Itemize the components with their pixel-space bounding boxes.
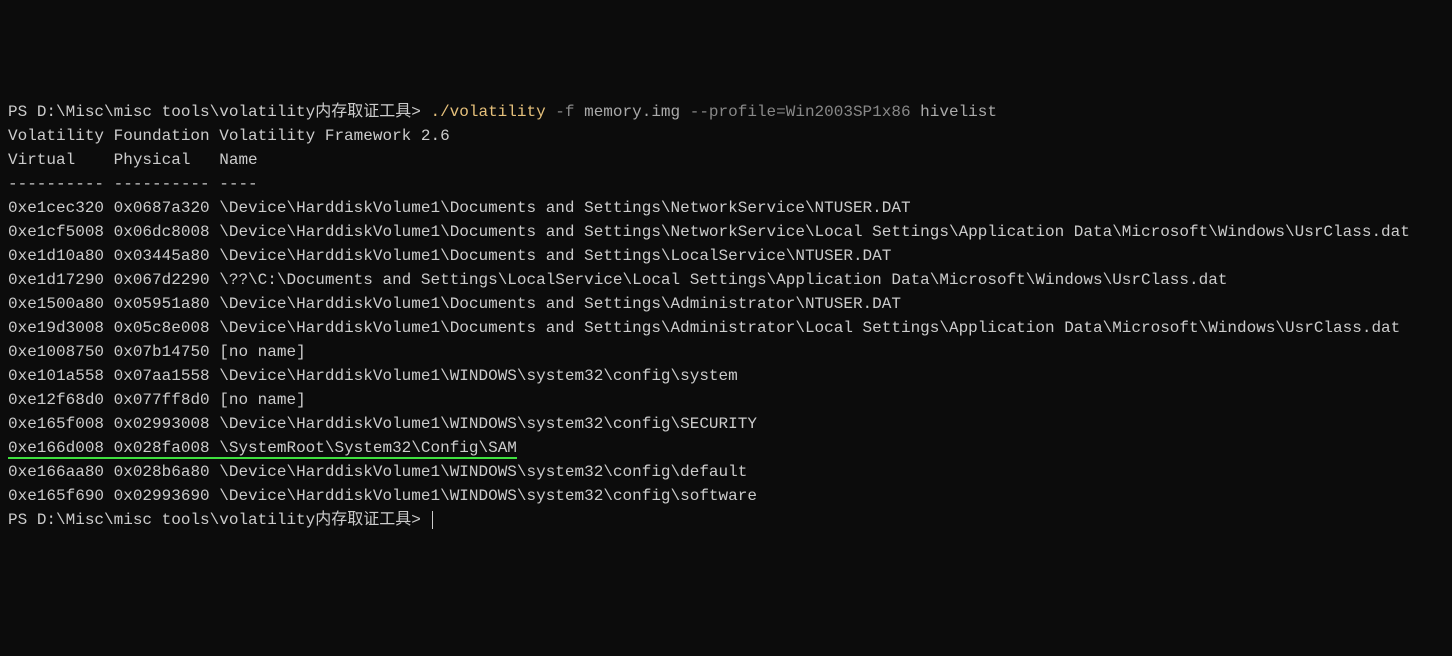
divider-line: ---------- ---------- ---- [8, 175, 258, 193]
command-arg-cmd: hivelist [911, 103, 997, 121]
command-flag-profile: --profile=Win2003SP1x86 [680, 103, 910, 121]
row-phys: 0x05c8e008 [114, 319, 210, 337]
row-phys: 0x02993008 [114, 415, 210, 433]
header-virtual: Virtual [8, 151, 104, 169]
row-name: \Device\HarddiskVolume1\Documents and Se… [219, 247, 891, 265]
row-virt: 0xe1500a80 [8, 295, 104, 313]
row-phys: 0x05951a80 [114, 295, 210, 313]
ps-prompt-prefix: PS [8, 103, 37, 121]
row-virt: 0xe12f68d0 [8, 391, 104, 409]
row-phys: 0x0687a320 [114, 199, 210, 217]
header-physical: Physical [104, 151, 210, 169]
row-virt: 0xe1d17290 [8, 271, 104, 289]
ps-prompt2-prefix: PS [8, 511, 37, 529]
row-name: \SystemRoot\System32\Config\SAM [219, 439, 517, 457]
row-name: \Device\HarddiskVolume1\Documents and Se… [219, 319, 1400, 337]
cursor-icon[interactable] [432, 511, 433, 529]
row-name: [no name] [219, 391, 305, 409]
row-virt: 0xe19d3008 [8, 319, 104, 337]
row-virt: 0xe165f008 [8, 415, 104, 433]
row-phys: 0x07aa1558 [114, 367, 210, 385]
row-name: [no name] [219, 343, 305, 361]
row-virt: 0xe166aa80 [8, 463, 104, 481]
row-virt: 0xe166d008 [8, 439, 104, 457]
row-phys: 0x067d2290 [114, 271, 210, 289]
row-phys: 0x028fa008 [114, 439, 210, 457]
ps-prompt2-path: D:\Misc\misc tools\volatility内存取证工具 [37, 511, 411, 529]
command-arg-file: memory.img [575, 103, 681, 121]
row-virt: 0xe1cf5008 [8, 223, 104, 241]
row-virt: 0xe1d10a80 [8, 247, 104, 265]
row-name: \Device\HarddiskVolume1\WINDOWS\system32… [219, 415, 757, 433]
ps-prompt-path: D:\Misc\misc tools\volatility内存取证工具 [37, 103, 411, 121]
header-name: Name [210, 151, 258, 169]
row-phys: 0x07b14750 [114, 343, 210, 361]
row-virt: 0xe165f690 [8, 487, 104, 505]
row-phys: 0x077ff8d0 [114, 391, 210, 409]
terminal-output[interactable]: PS D:\Misc\misc tools\volatility内存取证工具> … [8, 100, 1444, 532]
banner-line: Volatility Foundation Volatility Framewo… [8, 127, 450, 145]
row-phys: 0x028b6a80 [114, 463, 210, 481]
highlighted-row: 0xe166d008 0x028fa008 \SystemRoot\System… [8, 439, 517, 459]
row-name: \Device\HarddiskVolume1\WINDOWS\system32… [219, 487, 757, 505]
row-name: \Device\HarddiskVolume1\WINDOWS\system32… [219, 463, 747, 481]
row-phys: 0x02993690 [114, 487, 210, 505]
ps-prompt2-sep: > [411, 511, 430, 529]
command-flag-f: -f [546, 103, 575, 121]
row-name: \Device\HarddiskVolume1\WINDOWS\system32… [219, 367, 737, 385]
row-virt: 0xe1cec320 [8, 199, 104, 217]
ps-prompt-sep: > [411, 103, 430, 121]
row-virt: 0xe101a558 [8, 367, 104, 385]
row-name: \Device\HarddiskVolume1\Documents and Se… [219, 295, 901, 313]
row-name: \Device\HarddiskVolume1\Documents and Se… [219, 199, 910, 217]
command-executable: ./volatility [430, 103, 545, 121]
row-phys: 0x03445a80 [114, 247, 210, 265]
row-name: \??\C:\Documents and Settings\LocalServi… [219, 271, 1227, 289]
row-phys: 0x06dc8008 [114, 223, 210, 241]
row-virt: 0xe1008750 [8, 343, 104, 361]
row-name: \Device\HarddiskVolume1\Documents and Se… [219, 223, 1410, 241]
